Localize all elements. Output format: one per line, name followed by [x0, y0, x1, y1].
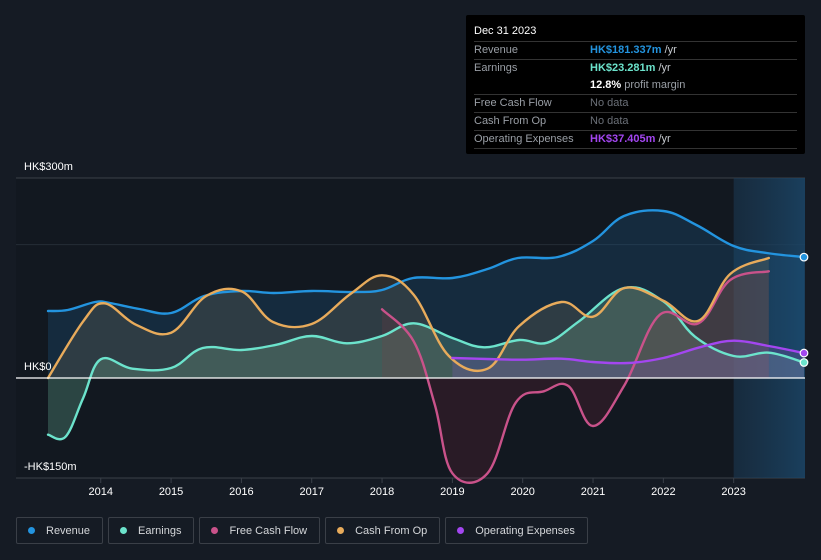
x-tick-label: 2018: [370, 486, 394, 498]
legend-item-operating-expenses[interactable]: Operating Expenses: [445, 517, 588, 544]
tooltip-date: Dec 31 2023: [474, 23, 797, 42]
y-tick-label: -HK$150m: [24, 461, 77, 473]
legend-label: Cash From Op: [355, 524, 428, 537]
legend-item-free-cash-flow[interactable]: Free Cash Flow: [199, 517, 321, 544]
legend-dot-icon: [28, 527, 35, 534]
tooltip-value: HK$23.281m: [590, 62, 656, 74]
x-axis: 2014 2015 2016 2017 2018 2019 2020 2021 2022 2023: [89, 478, 746, 498]
legend-dot-icon: [211, 527, 219, 534]
tooltip-value: HK$181.337m: [590, 44, 662, 56]
tooltip-label: Free Cash Flow: [474, 97, 552, 109]
tooltip-row: Revenue HK$181.337m/yr: [474, 42, 797, 60]
legend-dot-icon: [337, 527, 345, 534]
x-tick-label: 2019: [440, 486, 464, 498]
legend-item-cash-from-op[interactable]: Cash From Op: [325, 517, 441, 544]
x-tick-label: 2017: [299, 486, 323, 498]
tooltip-label: Revenue: [474, 44, 519, 56]
tooltip-row: Operating Expenses HK$37.405m/yr: [474, 131, 797, 149]
y-tick-label: HK$300m: [24, 161, 73, 173]
tooltip-row: Earnings HK$23.281m/yr: [474, 60, 797, 77]
x-tick-label: 2023: [721, 486, 745, 498]
tooltip-label: Operating Expenses: [474, 133, 574, 145]
x-tick-label: 2016: [229, 486, 253, 498]
y-tick-label: HK$0: [24, 361, 52, 373]
tooltip-value: 12.8%: [590, 79, 622, 91]
tooltip-value: HK$37.405m: [590, 133, 656, 145]
x-tick-label: 2021: [581, 486, 605, 498]
tooltip-panel: Dec 31 2023 Revenue HK$181.337m/yr Earning…: [466, 15, 805, 154]
legend-dot-icon: [457, 527, 465, 534]
revenue-end-marker[interactable]: [799, 252, 809, 262]
tooltip-value: No data: [590, 97, 629, 109]
tooltip-unit: /yr: [664, 44, 677, 56]
legend-item-revenue[interactable]: Revenue: [16, 517, 104, 544]
tooltip-row: 12.8% profit margin: [474, 77, 797, 95]
x-tick-label: 2020: [510, 486, 534, 498]
tooltip-unit: /yr: [658, 133, 671, 145]
x-tick-label: 2015: [159, 486, 183, 498]
legend: Revenue Earnings Free Cash Flow Cash From O…: [16, 517, 588, 544]
tooltip-unit: profit margin: [624, 79, 686, 91]
legend-dot-icon: [120, 527, 128, 534]
tooltip-row: Cash From Op No data: [474, 113, 797, 131]
legend-label: Revenue: [46, 524, 91, 537]
operating-expenses-end-marker[interactable]: [799, 348, 809, 358]
x-tick-label: 2014: [89, 486, 113, 498]
legend-item-earnings[interactable]: Earnings: [108, 517, 195, 544]
legend-label: Operating Expenses: [475, 524, 575, 537]
legend-label: Free Cash Flow: [229, 524, 308, 537]
tooltip-row: Free Cash Flow No data: [474, 95, 797, 113]
tooltip-label: Earnings: [474, 62, 518, 74]
tooltip-label: Cash From Op: [474, 115, 547, 127]
tooltip-value: No data: [590, 115, 629, 127]
legend-label: Earnings: [138, 524, 182, 537]
tooltip-label: [474, 77, 590, 94]
earnings-end-marker[interactable]: [799, 358, 809, 367]
tooltip-unit: /yr: [658, 62, 671, 74]
x-tick-label: 2022: [651, 486, 675, 498]
